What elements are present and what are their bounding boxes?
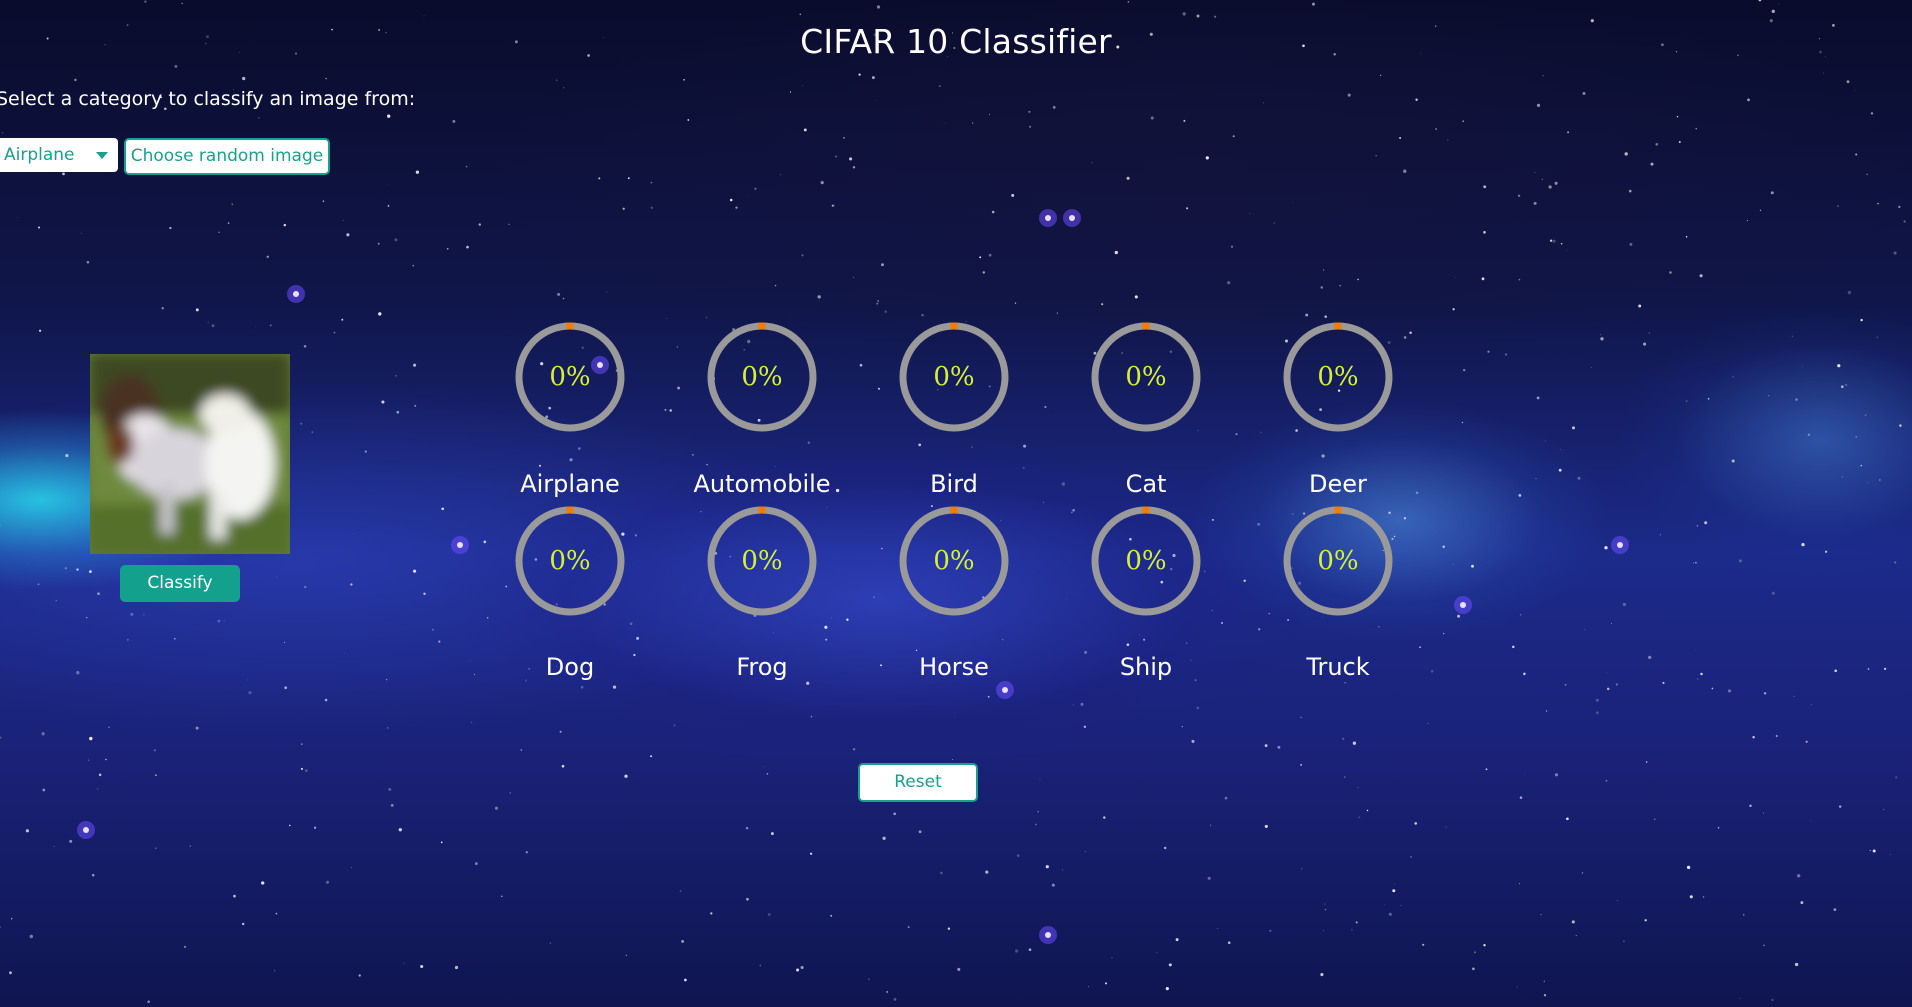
gauge-percent: 0% — [1317, 546, 1359, 576]
gauge-label-frog: Frog — [736, 653, 788, 681]
gauge-label-deer: Deer — [1309, 470, 1367, 498]
page-title: CIFAR 10 Classifier — [800, 22, 1112, 61]
gauge-label-cat: Cat — [1125, 470, 1167, 498]
gauge-label-automobile: Automobile — [693, 470, 831, 498]
gauge-truck: 0% — [1282, 505, 1394, 617]
gauge-label-dog: Dog — [545, 653, 595, 681]
gauge-deer: 0% — [1282, 321, 1394, 433]
gauge-frog: 0% — [706, 505, 818, 617]
category-select[interactable]: Airplane — [0, 138, 118, 172]
gauge-dog: 0% — [514, 505, 626, 617]
gauge-label-truck: Truck — [1306, 653, 1370, 681]
category-select-value: Airplane — [4, 145, 75, 165]
gauge-percent: 0% — [741, 362, 783, 392]
gauge-percent: 0% — [1125, 546, 1167, 576]
gauge-label-horse: Horse — [919, 653, 989, 681]
gauge-percent: 0% — [933, 362, 975, 392]
gauge-label-airplane: Airplane — [520, 470, 620, 498]
gauge-cat: 0% — [1090, 321, 1202, 433]
chevron-down-icon — [96, 152, 108, 159]
gauge-percent: 0% — [1125, 362, 1167, 392]
gauge-label-bird: Bird — [930, 470, 978, 498]
image-preview — [90, 354, 290, 554]
gauge-percent: 0% — [549, 546, 591, 576]
classify-button[interactable]: Classify — [120, 565, 240, 602]
gauge-percent: 0% — [933, 546, 975, 576]
gauge-airplane: 0% — [514, 321, 626, 433]
gauge-percent: 0% — [1317, 362, 1359, 392]
gauge-percent: 0% — [741, 546, 783, 576]
gauge-ship: 0% — [1090, 505, 1202, 617]
gauge-automobile: 0% — [706, 321, 818, 433]
gauge-bird: 0% — [898, 321, 1010, 433]
gauge-label-ship: Ship — [1119, 653, 1173, 681]
category-prompt: Select a category to classify an image f… — [0, 88, 416, 110]
gauge-percent: 0% — [549, 362, 591, 392]
choose-random-image-button[interactable]: Choose random image — [124, 138, 330, 175]
gauge-horse: 0% — [898, 505, 1010, 617]
reset-button[interactable]: Reset — [858, 763, 978, 802]
